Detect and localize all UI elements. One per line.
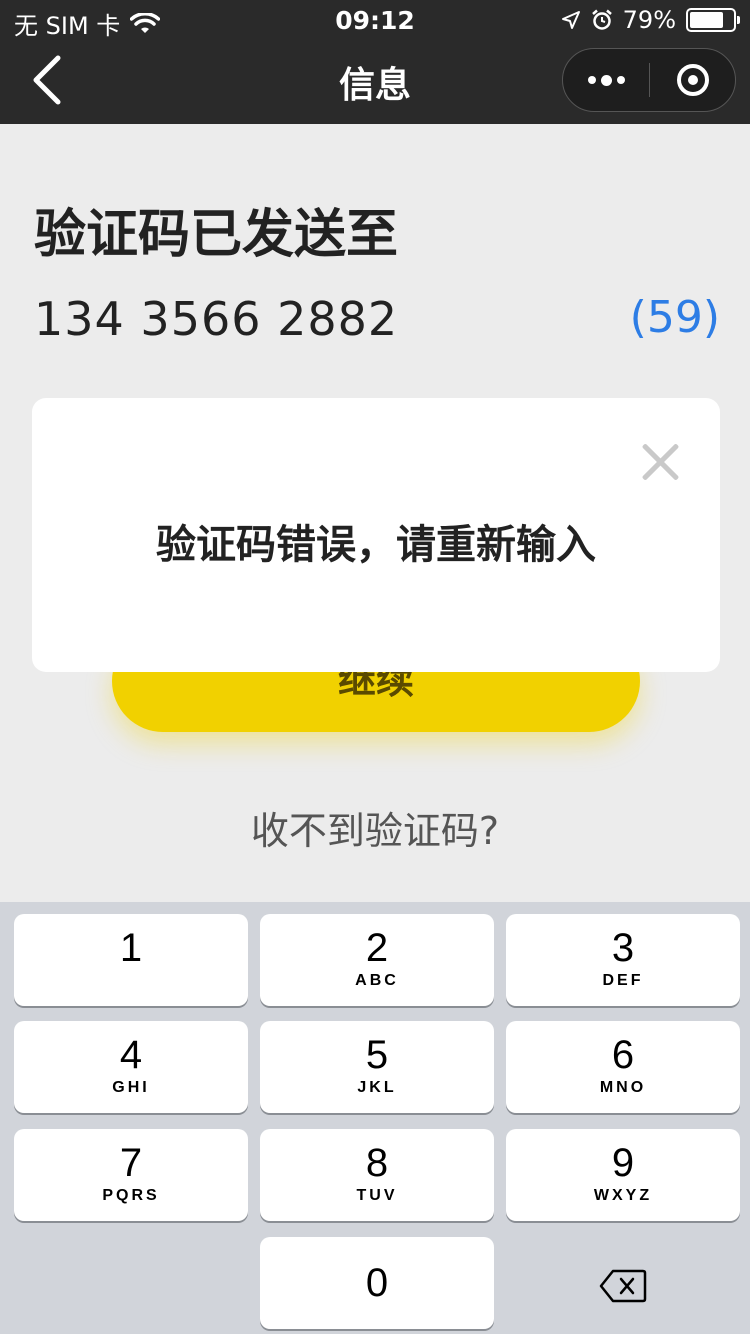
key-letters: ABC bbox=[355, 972, 399, 989]
key-letters: WXYZ bbox=[593, 1187, 653, 1204]
key-7[interactable]: 7 PQRS bbox=[14, 1129, 248, 1221]
alarm-icon bbox=[591, 9, 612, 30]
key-0[interactable]: 0 bbox=[260, 1237, 494, 1329]
key-letters: DEF bbox=[602, 972, 644, 989]
key-number: 4 bbox=[119, 1033, 143, 1077]
key-number: 5 bbox=[365, 1033, 389, 1077]
close-icon[interactable] bbox=[640, 442, 680, 482]
key-4[interactable]: 4 GHI bbox=[14, 1021, 248, 1113]
status-bar: 无 SIM 卡 09:12 79% bbox=[0, 0, 750, 40]
key-letters: PQRS bbox=[102, 1187, 160, 1204]
key-letters: JKL bbox=[357, 1079, 397, 1096]
target-circle-icon[interactable] bbox=[650, 49, 736, 111]
key-number: 3 bbox=[611, 926, 635, 970]
battery-percent: 79% bbox=[622, 6, 676, 34]
no-code-link[interactable]: 收不到验证码? bbox=[0, 800, 750, 855]
key-9[interactable]: 9 WXYZ bbox=[506, 1129, 740, 1221]
page-headline: 验证码已发送至 bbox=[34, 205, 399, 265]
error-modal: 验证码错误，请重新输入 bbox=[32, 398, 720, 672]
battery-icon bbox=[686, 8, 740, 32]
key-letters: TUV bbox=[356, 1187, 398, 1204]
key-number: 9 bbox=[611, 1141, 635, 1185]
key-8[interactable]: 8 TUV bbox=[260, 1129, 494, 1221]
key-number: 1 bbox=[119, 926, 143, 970]
mini-program-capsule bbox=[562, 48, 736, 112]
battery-fill bbox=[690, 12, 724, 28]
key-number: 7 bbox=[119, 1141, 143, 1185]
backspace-icon bbox=[599, 1269, 647, 1303]
key-2[interactable]: 2 ABC bbox=[260, 914, 494, 1006]
resend-countdown: (59) bbox=[629, 292, 720, 343]
key-number: 6 bbox=[611, 1033, 635, 1077]
key-number: 8 bbox=[365, 1141, 389, 1185]
key-1[interactable]: 1 bbox=[14, 914, 248, 1006]
key-letters: MNO bbox=[599, 1079, 647, 1096]
delete-key[interactable] bbox=[506, 1240, 740, 1332]
key-5[interactable]: 5 JKL bbox=[260, 1021, 494, 1113]
more-dots-icon[interactable] bbox=[563, 49, 649, 111]
nav-bar: 信息 bbox=[0, 40, 750, 124]
status-right: 79% bbox=[561, 6, 740, 34]
key-letters: GHI bbox=[112, 1079, 150, 1096]
key-number: 2 bbox=[365, 926, 389, 970]
location-arrow-icon bbox=[561, 11, 580, 29]
phone-number: 134 3566 2882 bbox=[34, 292, 399, 346]
error-message: 验证码错误，请重新输入 bbox=[156, 522, 596, 568]
key-number: 0 bbox=[365, 1261, 389, 1305]
key-3[interactable]: 3 DEF bbox=[506, 914, 740, 1006]
key-6[interactable]: 6 MNO bbox=[506, 1021, 740, 1113]
